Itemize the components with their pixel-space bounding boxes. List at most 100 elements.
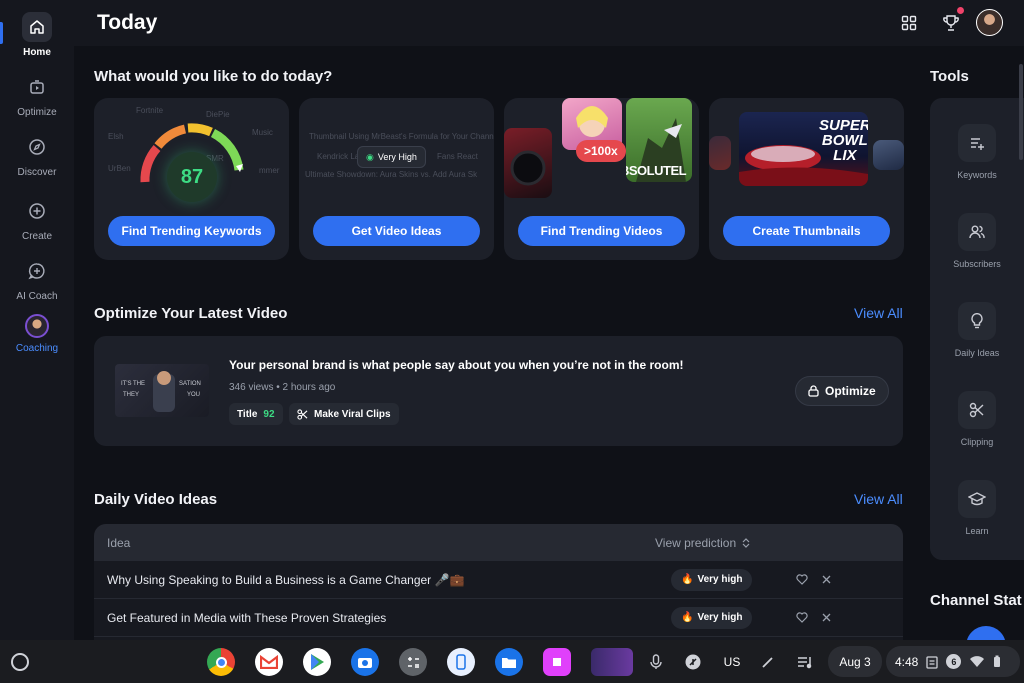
idea-text: Why Using Speaking to Build a Business i…: [107, 572, 465, 587]
prediction-pill: ◉ Very High: [357, 146, 426, 168]
clock-time: 4:48: [895, 654, 919, 669]
views-multiplier-badge: >100x: [576, 140, 626, 162]
ai-chat-icon: [22, 256, 52, 286]
table-row[interactable]: Get Featured in Media with These Proven …: [94, 599, 903, 637]
playlist-icon[interactable]: [793, 650, 817, 674]
thumb-text: BSOLUTEL: [626, 163, 687, 178]
keywords-card[interactable]: Fortnite DiePie Elsh Music SMR UrBen mme…: [94, 98, 289, 260]
coach-avatar: [25, 314, 49, 338]
sidebar-item-ai-coach[interactable]: AI Coach: [0, 256, 74, 302]
title-score: 92: [263, 408, 275, 420]
sidebar-item-optimize[interactable]: Optimize: [0, 72, 74, 118]
users-icon: [958, 213, 996, 251]
thumbnails-card[interactable]: SUPER BOWL LIX Create Thumbnails: [709, 98, 904, 260]
heart-icon[interactable]: [793, 571, 811, 589]
launcher-icon[interactable]: [11, 653, 29, 671]
find-trending-videos-button[interactable]: Find Trending Videos: [518, 216, 685, 246]
flame-icon: 🔥: [681, 612, 694, 623]
trophy-icon[interactable]: [938, 7, 964, 36]
keyword-score: 87: [167, 152, 217, 202]
find-trending-keywords-button[interactable]: Find Trending Keywords: [108, 216, 275, 246]
close-icon[interactable]: [817, 609, 835, 627]
flame-icon: 🔥: [681, 574, 694, 585]
sidebar-item-coaching[interactable]: Coaching: [0, 314, 74, 354]
tool-subscribers[interactable]: Subscribers: [930, 213, 1024, 269]
faded-line: Kendrick La: [317, 152, 360, 161]
input-language[interactable]: US: [719, 650, 745, 674]
prediction-pill: 🔥 Very high: [671, 606, 753, 629]
optimize-icon: [22, 72, 52, 102]
sidebar-item-create[interactable]: Create: [0, 196, 74, 242]
camera-icon[interactable]: [351, 648, 379, 676]
plus-circle-icon: [22, 196, 52, 226]
scrollbar[interactable]: [1019, 64, 1023, 160]
actions-title: What would you like to do today?: [94, 68, 333, 85]
daily-view-all-link[interactable]: View All: [854, 491, 903, 507]
sort-icon: [742, 537, 750, 548]
gmail-icon[interactable]: [255, 648, 283, 676]
optimize-button[interactable]: Optimize: [795, 376, 889, 406]
get-video-ideas-button[interactable]: Get Video Ideas: [313, 216, 480, 246]
video-thumb-icon[interactable]: [591, 648, 633, 676]
optimize-section-title: Optimize Your Latest Video: [94, 305, 288, 322]
date-pill[interactable]: Aug 3: [828, 646, 882, 677]
column-header-prediction[interactable]: View prediction: [655, 536, 750, 550]
optimize-view-all-link[interactable]: View All: [854, 305, 903, 321]
chip-label: Title: [237, 408, 258, 420]
apps-grid-icon[interactable]: [896, 10, 922, 36]
heart-icon[interactable]: [793, 609, 811, 627]
thumb-text: SATION: [179, 381, 201, 387]
phone-hub-icon[interactable]: [447, 648, 475, 676]
prediction-label: Very high: [697, 574, 743, 585]
trending-videos-card[interactable]: BSOLUTEL >100x Find Trending Videos: [504, 98, 699, 260]
header: Today: [74, 0, 1024, 46]
thumb-text-line: SUPER: [819, 117, 868, 134]
status-tray[interactable]: 4:48 6: [886, 646, 1020, 677]
sidebar-item-label: Discover: [17, 167, 57, 178]
tool-learn[interactable]: Learn: [930, 480, 1024, 536]
chrome-icon[interactable]: [207, 648, 235, 676]
tool-keywords[interactable]: Keywords: [930, 124, 1024, 180]
title-score-chip[interactable]: Title 92: [229, 403, 283, 425]
clipboard-icon: [926, 655, 939, 669]
table-header: Idea View prediction: [94, 524, 903, 561]
stylus-icon[interactable]: [756, 650, 780, 674]
accessibility-icon[interactable]: [681, 650, 705, 674]
faded-line: Thumbnail Using MrBeast's Formula for Yo…: [309, 132, 494, 141]
wifi-icon: [970, 655, 985, 667]
calculator-icon[interactable]: [399, 648, 427, 676]
keywords-icon: [958, 124, 996, 162]
app-icon[interactable]: [543, 648, 571, 676]
faded-word: Elsh: [108, 132, 124, 141]
lock-icon: [808, 385, 819, 397]
sidebar-item-label: AI Coach: [16, 291, 58, 302]
close-icon[interactable]: [817, 571, 835, 589]
video-meta: 346 views • 2 hours ago: [229, 382, 336, 393]
sidebar: Home Optimize Discover Create AI Coach C…: [0, 0, 74, 640]
files-icon[interactable]: [495, 648, 523, 676]
table-row[interactable]: Why Using Speaking to Build a Business i…: [94, 561, 903, 599]
thumb-text: IT'S THE: [121, 381, 146, 387]
video-ideas-card[interactable]: Thumbnail Using MrBeast's Formula for Yo…: [299, 98, 494, 260]
make-viral-clips-chip[interactable]: Make Viral Clips: [289, 403, 399, 425]
tool-label: Clipping: [960, 437, 994, 447]
video-thumbnail[interactable]: IT'S THE SATION THEY YOU: [115, 364, 209, 417]
scissors-icon: [297, 408, 308, 420]
page-title: Today: [97, 11, 158, 34]
column-header-idea: Idea: [107, 535, 131, 550]
sidebar-item-discover[interactable]: Discover: [0, 132, 74, 178]
sidebar-item-home[interactable]: Home: [0, 12, 74, 58]
tool-label: Learn: [965, 526, 989, 536]
tool-daily-ideas[interactable]: Daily Ideas: [930, 302, 1024, 358]
create-thumbnails-button[interactable]: Create Thumbnails: [723, 216, 890, 246]
tool-label: Subscribers: [953, 259, 1001, 269]
tool-clipping[interactable]: Clipping: [930, 391, 1024, 447]
video-title[interactable]: Your personal brand is what people say a…: [229, 358, 684, 372]
tool-label: Daily Ideas: [954, 348, 1000, 358]
user-avatar[interactable]: [976, 9, 1003, 36]
os-taskbar: US Aug 3 4:48 6: [0, 640, 1024, 683]
faded-line: Ultimate Showdown: Aura Skins vs. Add Au…: [305, 170, 478, 179]
chip-label: Make Viral Clips: [314, 408, 391, 420]
play-store-icon[interactable]: [303, 648, 331, 676]
microphone-icon[interactable]: [644, 650, 668, 674]
